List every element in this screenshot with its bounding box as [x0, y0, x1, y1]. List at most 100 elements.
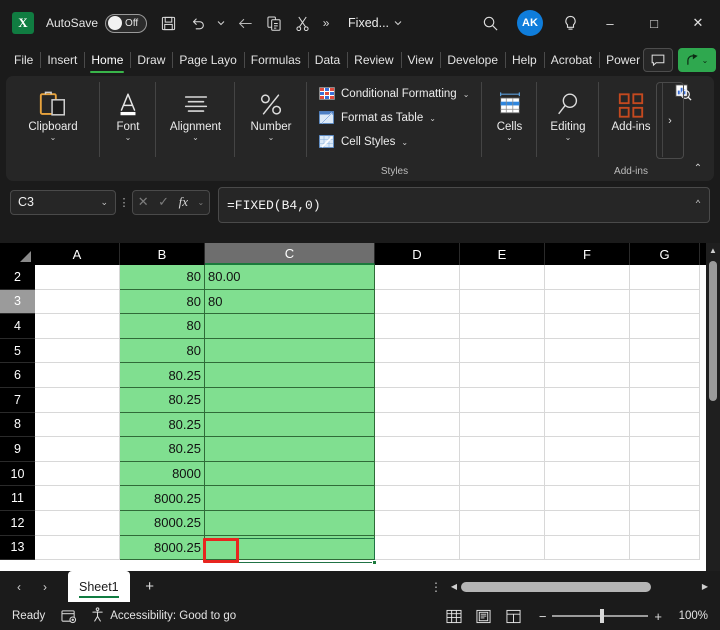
- ribbon-tab-page-layo[interactable]: Page Layo: [173, 48, 242, 72]
- cell-C11[interactable]: [205, 486, 375, 511]
- cell-A10[interactable]: [35, 462, 120, 487]
- cell-A11[interactable]: [35, 486, 120, 511]
- name-box[interactable]: C3 ⌄: [10, 190, 116, 215]
- font-button[interactable]: Font ⌄: [100, 84, 156, 142]
- cell-G10[interactable]: [630, 462, 700, 487]
- cell-A6[interactable]: [35, 363, 120, 388]
- cell-E3[interactable]: [460, 290, 545, 315]
- row-header-4[interactable]: 4: [0, 314, 35, 339]
- row-header-3[interactable]: 3: [0, 290, 35, 315]
- autosave-toggle[interactable]: Off: [105, 14, 147, 33]
- ribbon-tab-insert[interactable]: Insert: [41, 48, 83, 72]
- cell-F10[interactable]: [545, 462, 630, 487]
- cell-A8[interactable]: [35, 413, 120, 438]
- more-commands-icon[interactable]: »: [318, 10, 334, 37]
- cell-D12[interactable]: [375, 511, 460, 536]
- alignment-button[interactable]: Alignment ⌄: [156, 84, 235, 142]
- cell-F4[interactable]: [545, 314, 630, 339]
- cell-G6[interactable]: [630, 363, 700, 388]
- row-header-8[interactable]: 8: [0, 413, 35, 438]
- ribbon-group-editing[interactable]: Editing ⌄: [537, 76, 599, 181]
- save-icon[interactable]: [155, 10, 182, 37]
- maximize-button[interactable]: □: [632, 0, 676, 46]
- cell-E9[interactable]: [460, 437, 545, 462]
- ribbon-group-number[interactable]: Number ⌄: [235, 76, 307, 181]
- cell-G12[interactable]: [630, 511, 700, 536]
- cell-F2[interactable]: [545, 265, 630, 290]
- zoom-track[interactable]: [552, 615, 648, 617]
- column-header-D[interactable]: D: [375, 243, 460, 265]
- scissors-icon[interactable]: [289, 10, 316, 37]
- cell-E7[interactable]: [460, 388, 545, 413]
- cell-B6[interactable]: 80.25: [120, 363, 205, 388]
- cell-B12[interactable]: 8000.25: [120, 511, 205, 536]
- normal-view-icon[interactable]: [439, 605, 469, 627]
- cell-E6[interactable]: [460, 363, 545, 388]
- share-button[interactable]: ⌄: [678, 48, 716, 72]
- cell-F7[interactable]: [545, 388, 630, 413]
- insert-function-icon[interactable]: fx: [179, 194, 188, 210]
- cell-B7[interactable]: 80.25: [120, 388, 205, 413]
- row-header-10[interactable]: 10: [0, 462, 35, 487]
- accessibility-checker[interactable]: Accessibility: Good to go: [91, 607, 236, 625]
- cell-B11[interactable]: 8000.25: [120, 486, 205, 511]
- cell-A7[interactable]: [35, 388, 120, 413]
- search-icon[interactable]: [472, 8, 508, 38]
- ribbon-tab-file[interactable]: File: [8, 48, 39, 72]
- cell-C4[interactable]: [205, 314, 375, 339]
- editing-button[interactable]: Editing ⌄: [537, 84, 599, 142]
- zoom-thumb[interactable]: [600, 609, 604, 623]
- cell-E8[interactable]: [460, 413, 545, 438]
- cell-A12[interactable]: [35, 511, 120, 536]
- ribbon-tab-draw[interactable]: Draw: [131, 48, 171, 72]
- cell-F9[interactable]: [545, 437, 630, 462]
- fill-handle[interactable]: [372, 560, 377, 565]
- row-header-7[interactable]: 7: [0, 388, 35, 413]
- ribbon-tab-help[interactable]: Help: [506, 48, 543, 72]
- minimize-button[interactable]: –: [588, 0, 632, 46]
- vertical-scroll-thumb[interactable]: [709, 261, 717, 401]
- row-header-9[interactable]: 9: [0, 437, 35, 462]
- cell-E10[interactable]: [460, 462, 545, 487]
- ribbon-tab-view[interactable]: View: [402, 48, 440, 72]
- formula-bar-options-icon[interactable]: ⋮: [116, 196, 132, 209]
- hscroll-right-icon[interactable]: ▶: [698, 582, 712, 591]
- check-icon[interactable]: ✓: [158, 194, 169, 210]
- cell-C10[interactable]: [205, 462, 375, 487]
- ribbon-group-addins[interactable]: Add-ins Add-ins: [599, 76, 663, 181]
- row-header-5[interactable]: 5: [0, 339, 35, 364]
- ribbon-tab-home[interactable]: Home: [85, 48, 129, 72]
- select-all-corner[interactable]: [0, 243, 35, 265]
- cell-D6[interactable]: [375, 363, 460, 388]
- next-sheet-button[interactable]: ›: [32, 574, 58, 600]
- cell-G11[interactable]: [630, 486, 700, 511]
- page-break-icon[interactable]: [499, 605, 529, 627]
- format-as-table-button[interactable]: Format as Table ⌄: [315, 106, 440, 130]
- row-header-12[interactable]: 12: [0, 511, 35, 536]
- arrow-left-icon[interactable]: [231, 10, 258, 37]
- ribbon-group-alignment[interactable]: Alignment ⌄: [156, 76, 235, 181]
- ribbon-tab-data[interactable]: Data: [309, 48, 346, 72]
- zoom-in-button[interactable]: +: [654, 609, 662, 624]
- cell-B3[interactable]: 80: [120, 290, 205, 315]
- vertical-scrollbar[interactable]: ▲: [706, 243, 720, 571]
- ribbon-more-button[interactable]: ›: [656, 82, 684, 159]
- cell-E11[interactable]: [460, 486, 545, 511]
- cell-F6[interactable]: [545, 363, 630, 388]
- cells-button[interactable]: Cells ⌄: [482, 84, 537, 142]
- hscroll-left-icon[interactable]: ◀: [447, 582, 461, 591]
- clipboard-button[interactable]: Clipboard ⌄: [6, 84, 100, 142]
- cell-G3[interactable]: [630, 290, 700, 315]
- formula-expand-icon[interactable]: ⌃: [695, 199, 701, 211]
- cell-C6[interactable]: [205, 363, 375, 388]
- row-header-11[interactable]: 11: [0, 486, 35, 511]
- ribbon-group-cells[interactable]: Cells ⌄: [482, 76, 537, 181]
- zoom-level[interactable]: 100%: [674, 610, 708, 622]
- cell-G7[interactable]: [630, 388, 700, 413]
- hscroll-track[interactable]: [461, 582, 698, 592]
- column-header-A[interactable]: A: [35, 243, 120, 265]
- zoom-out-button[interactable]: −: [539, 609, 547, 624]
- cell-G4[interactable]: [630, 314, 700, 339]
- sheet-tab-sheet1[interactable]: Sheet1: [68, 571, 130, 602]
- cell-F5[interactable]: [545, 339, 630, 364]
